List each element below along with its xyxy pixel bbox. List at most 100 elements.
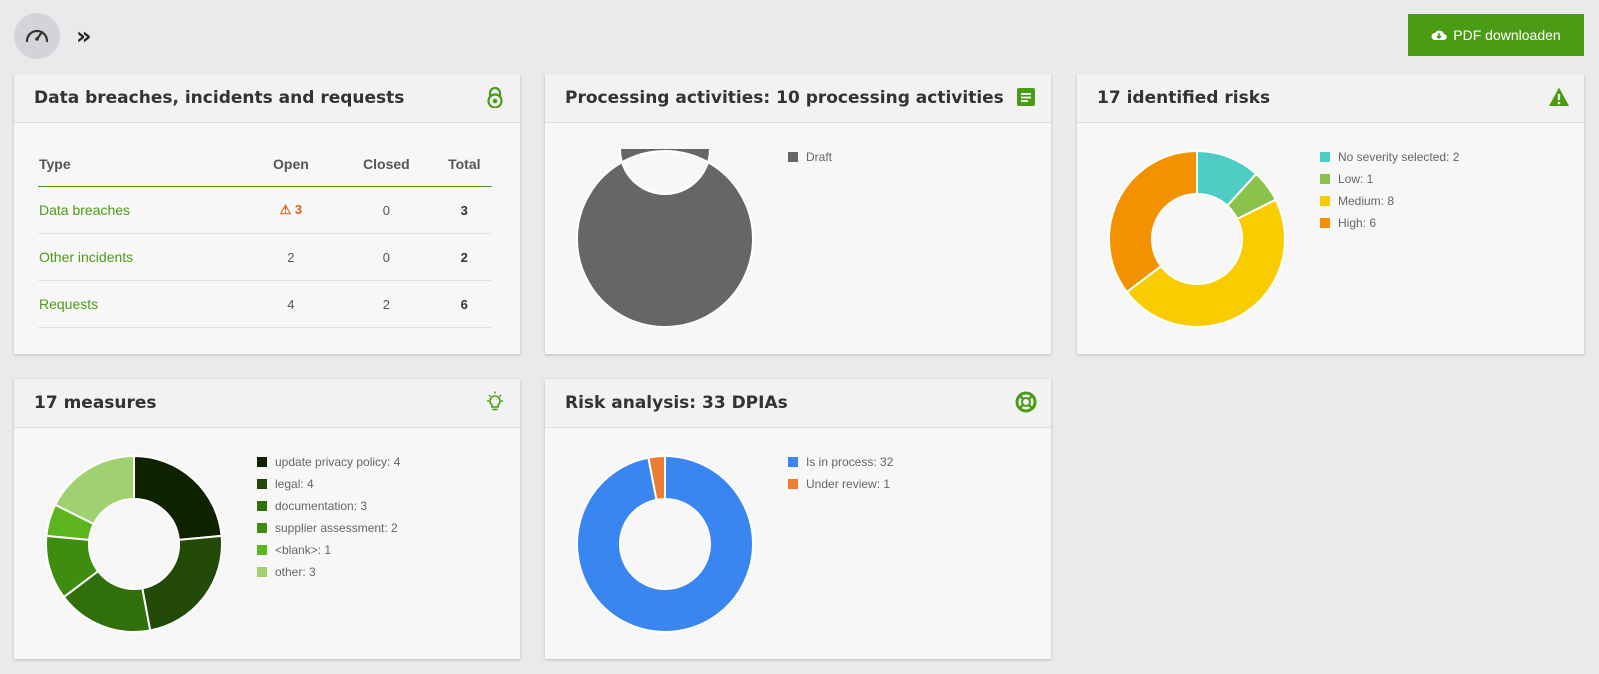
legend-swatch <box>257 457 267 467</box>
closed-cell: 0 <box>336 233 437 281</box>
measures-card-header: 17 measures <box>14 379 520 428</box>
document-icon <box>1017 88 1035 106</box>
legend-label: No severity selected: 2 <box>1338 150 1460 164</box>
legend-swatch <box>1320 196 1330 206</box>
legend-swatch <box>788 152 798 162</box>
open-cell: 2 <box>245 233 337 281</box>
warning-icon: ⚠ <box>279 202 292 217</box>
cloud-download-icon <box>1431 30 1448 41</box>
table-header-row: Type Open Closed Total <box>38 142 492 187</box>
processing-legend: Draft <box>788 146 832 168</box>
legend-item[interactable]: Medium: 8 <box>1320 190 1459 212</box>
legend-label: documentation: 3 <box>275 499 368 513</box>
dashboard-button[interactable] <box>14 13 60 59</box>
legend-swatch <box>1320 174 1330 184</box>
table-row: Data breaches ⚠ 3 0 3 <box>38 186 492 234</box>
pdf-download-label: PDF downloaden <box>1453 27 1561 43</box>
speedometer-icon <box>25 29 49 43</box>
legend-label: other: 3 <box>275 565 316 579</box>
risks-card-header: 17 identified risks <box>1077 74 1584 123</box>
total-cell: 3 <box>436 186 492 234</box>
breaches-card-title: Data breaches, incidents and requests <box>34 88 405 108</box>
measures-legend: update privacy policy: 4 legal: 4 document… <box>257 451 400 583</box>
processing-card: Processing activities: 10 processing act… <box>545 74 1051 354</box>
legend-swatch <box>257 567 267 577</box>
legend-item[interactable]: No severity selected: 2 <box>1320 146 1459 168</box>
legend-swatch <box>1320 152 1330 162</box>
donut-slice-update-privacy-policy[interactable] <box>133 454 223 541</box>
total-cell: 6 <box>436 280 492 328</box>
legend-label: update privacy policy: 4 <box>275 455 401 469</box>
measures-donut-chart <box>45 454 223 633</box>
breaches-table: Type Open Closed Total Data breaches ⚠ 3… <box>38 142 492 328</box>
risks-card: 17 identified risks No severity selected… <box>1077 74 1584 354</box>
legend-item[interactable]: update privacy policy: 4 <box>257 451 400 473</box>
lifebuoy-icon <box>1015 391 1037 413</box>
top-bar: » PDF downloaden <box>0 0 1599 70</box>
legend-item[interactable]: <blank>: 1 <box>257 539 400 561</box>
legend-label: <blank>: 1 <box>275 543 332 557</box>
column-header-open: Open <box>245 142 337 187</box>
table-row: Other incidents 2 0 2 <box>38 233 492 281</box>
legend-item[interactable]: supplier assessment: 2 <box>257 517 400 539</box>
column-header-type: Type <box>38 142 246 187</box>
pdf-download-button[interactable]: PDF downloaden <box>1408 14 1584 56</box>
risks-legend: No severity selected: 2 Low: 1 Medium: 8 Hi… <box>1320 146 1459 234</box>
column-header-total: Total <box>436 142 492 187</box>
risks-card-title: 17 identified risks <box>1097 88 1271 108</box>
legend-label: Draft <box>806 150 833 164</box>
dpia-card-title: Risk analysis: 33 DPIAs <box>565 393 788 413</box>
legend-item[interactable]: legal: 4 <box>257 473 400 495</box>
row-type-link[interactable]: Requests <box>38 280 246 328</box>
legend-swatch <box>788 457 798 467</box>
table-row: Requests 4 2 6 <box>38 280 492 328</box>
legend-swatch <box>788 479 798 489</box>
legend-label: Low: 1 <box>1338 172 1374 186</box>
open-count: 3 <box>294 202 303 217</box>
legend-item[interactable]: Under review: 1 <box>788 473 893 495</box>
lightbulb-icon <box>487 391 503 411</box>
legend-label: Medium: 8 <box>1338 194 1395 208</box>
legend-swatch <box>257 479 267 489</box>
legend-item[interactable]: Draft <box>788 146 832 168</box>
measures-card-title: 17 measures <box>34 393 157 413</box>
breaches-card-header: Data breaches, incidents and requests <box>14 74 520 123</box>
donut-slice-high[interactable] <box>1108 149 1198 294</box>
open-cell: 4 <box>245 280 337 328</box>
processing-card-title: Processing activities: 10 processing act… <box>565 88 1004 108</box>
donut-slice-legal[interactable] <box>141 534 223 632</box>
total-cell: 2 <box>436 233 492 281</box>
dpia-donut-chart <box>576 454 754 633</box>
legend-item[interactable]: Low: 1 <box>1320 168 1459 190</box>
row-type-link[interactable]: Other incidents <box>38 233 246 281</box>
breaches-card: Data breaches, incidents and requests Ty… <box>14 74 520 354</box>
closed-cell: 2 <box>336 280 437 328</box>
warning-icon <box>1549 87 1569 106</box>
lock-icon <box>487 86 503 108</box>
legend-item[interactable]: High: 6 <box>1320 212 1459 234</box>
column-header-closed: Closed <box>336 142 437 187</box>
donut-slice-draft[interactable] <box>576 149 754 328</box>
open-cell: ⚠ 3 <box>245 186 337 234</box>
expand-sidebar-button[interactable]: » <box>76 22 98 50</box>
legend-label: High: 6 <box>1338 216 1377 230</box>
legend-item[interactable]: documentation: 3 <box>257 495 400 517</box>
processing-card-header: Processing activities: 10 processing act… <box>545 74 1051 123</box>
legend-label: Under review: 1 <box>806 477 891 491</box>
legend-swatch <box>257 501 267 511</box>
legend-label: legal: 4 <box>275 477 314 491</box>
dpia-legend: Is in process: 32 Under review: 1 <box>788 451 893 495</box>
measures-card: 17 measures update privacy policy: 4 lega… <box>14 379 520 659</box>
legend-item[interactable]: Is in process: 32 <box>788 451 893 473</box>
processing-donut-chart <box>576 149 754 328</box>
row-type-link[interactable]: Data breaches <box>38 186 246 234</box>
legend-label: supplier assessment: 2 <box>275 521 398 535</box>
legend-swatch <box>257 523 267 533</box>
legend-label: Is in process: 32 <box>806 455 894 469</box>
risks-donut-chart <box>1108 149 1286 328</box>
dpia-card: Risk analysis: 33 DPIAs Is in process: 3… <box>545 379 1051 659</box>
legend-swatch <box>1320 218 1330 228</box>
legend-item[interactable]: other: 3 <box>257 561 400 583</box>
legend-swatch <box>257 545 267 555</box>
dpia-card-header: Risk analysis: 33 DPIAs <box>545 379 1051 428</box>
